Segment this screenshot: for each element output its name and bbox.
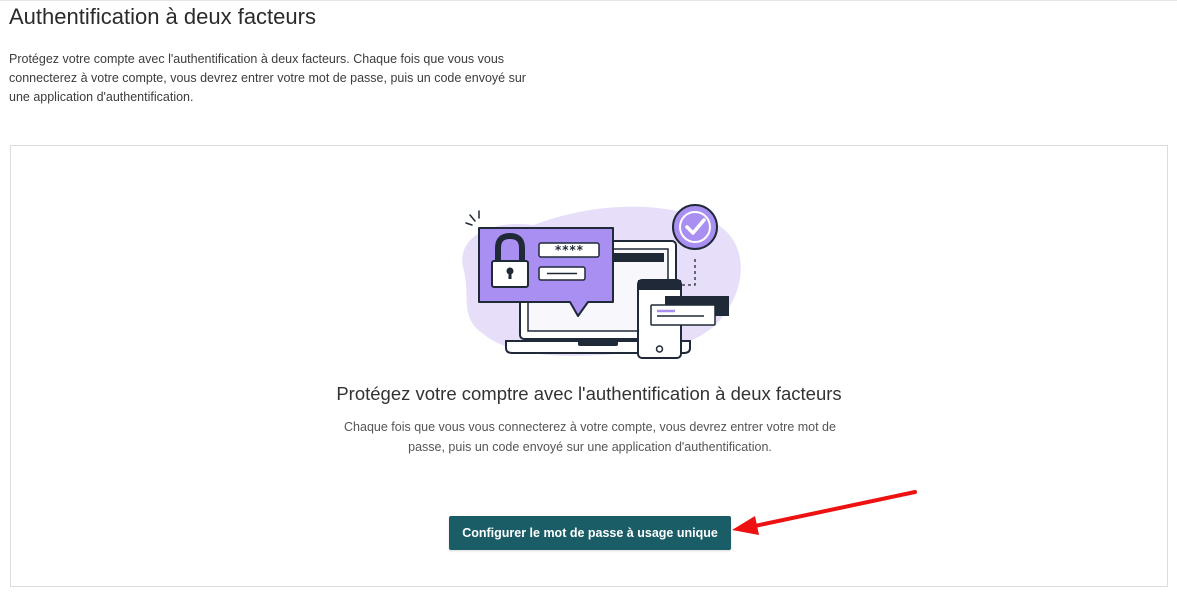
two-factor-card: **** Protégez votre comptre avec l'authe… [10,145,1168,587]
card-title: Protégez votre comptre avec l'authentifi… [336,383,842,404]
card-description: Chaque fois que vous vous connecterez à … [344,420,836,454]
page-title: Authentification à deux facteurs [9,4,316,29]
password-bubble-icon: **** [478,227,614,317]
password-mask: **** [555,243,584,257]
two-factor-illustration: **** [462,204,741,359]
configure-otp-button[interactable]: Configurer le mot de passe à usage uniqu… [449,516,731,550]
top-divider [0,0,1177,1]
check-badge-icon [672,204,718,250]
annotation-arrow [732,490,917,535]
sparkle-icon [465,210,480,226]
page-description: Protégez votre compte avec l'authentific… [9,52,526,104]
